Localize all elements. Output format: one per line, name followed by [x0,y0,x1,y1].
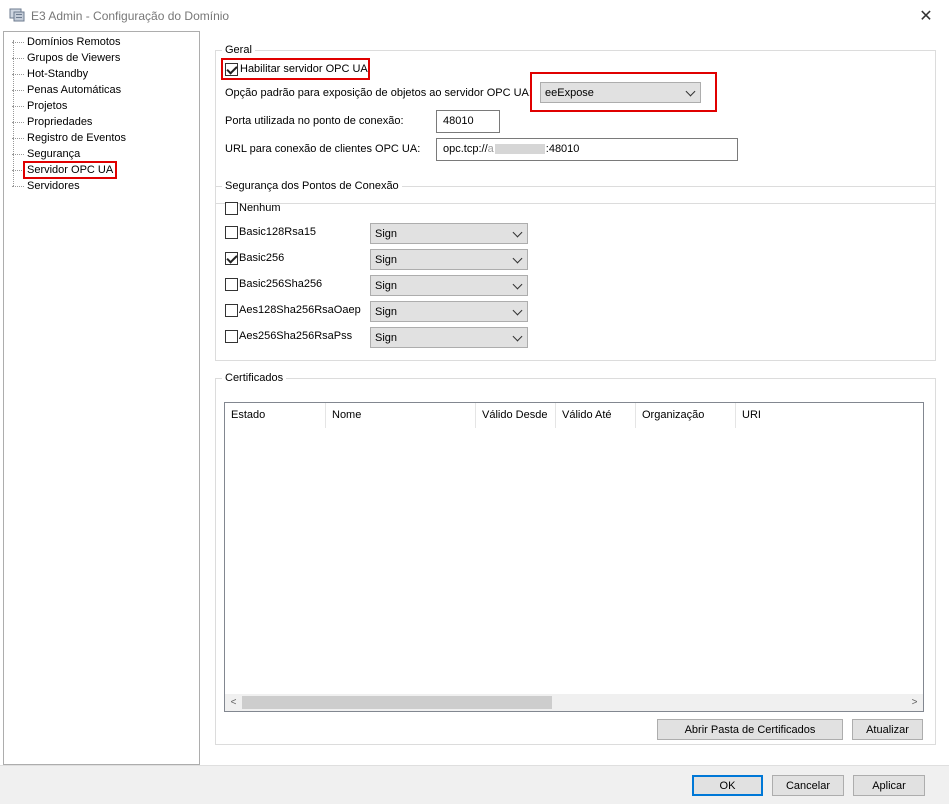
port-label: Porta utilizada no ponto de conexão: [225,115,404,127]
settings-pane: Geral Habilitar servidor OPC UA Opção pa… [204,31,946,765]
tree-item-label: Servidores [27,180,80,192]
tree-item-hot-standby[interactable]: Hot-Standby [12,66,89,82]
horizontal-scrollbar[interactable]: < > [225,694,923,711]
none-checkbox[interactable] [225,202,238,215]
port-value: 48010 [443,115,474,127]
tree-item-propriedades[interactable]: Propriedades [12,114,93,130]
column-header-nome[interactable]: Nome [326,403,476,428]
policy-checkbox-aes256sha256rsapss[interactable] [225,330,238,343]
dialog-footer: OK Cancelar Aplicar [0,765,949,804]
policy-mode-value: Sign [375,254,398,266]
exposure-label: Opção padrão para exposição de objetos a… [225,87,532,99]
ok-button[interactable]: OK [692,775,763,796]
tree-item-label: Hot-Standby [27,68,89,80]
certificates-list[interactable]: Estado Nome Válido Desde Válido Até Orga… [224,402,924,712]
chevron-down-icon [512,279,523,290]
url-label: URL para conexão de clientes OPC UA: [225,143,421,155]
enable-opcua-label: Habilitar servidor OPC UA [240,63,368,75]
column-header-valido-ate[interactable]: Válido Até [556,403,636,428]
policy-checkbox-basic256[interactable] [225,252,238,265]
policy-label: Basic256 [239,252,285,264]
url-prefix: opc.tcp:// [443,143,488,155]
window-title: E3 Admin - Configuração do Domínio [31,9,230,23]
chevron-down-icon [512,305,523,316]
policy-mode-select-basic128rsa15[interactable]: Sign [370,223,528,244]
tree-item-label: Domínios Remotos [27,36,121,48]
scroll-right-icon[interactable]: > [906,694,923,711]
cancel-button[interactable]: Cancelar [772,775,844,796]
apply-button[interactable]: Aplicar [853,775,925,796]
policy-mode-value: Sign [375,306,398,318]
chevron-down-icon [512,227,523,238]
column-header-estado[interactable]: Estado [225,403,326,428]
exposure-value: eeExpose [545,87,594,99]
policy-mode-value: Sign [375,332,398,344]
title-bar: E3 Admin - Configuração do Domínio ✕ [0,0,949,31]
tree-item-label: Grupos de Viewers [27,52,121,64]
policy-mode-select-aes128sha256rsaoaep[interactable]: Sign [370,301,528,322]
chevron-down-icon [512,331,523,342]
tree-item-label: Penas Automáticas [27,84,122,96]
certificados-legend: Certificados [222,372,287,384]
tree-item-projetos[interactable]: Projetos [12,98,68,114]
column-header-valido-desde[interactable]: Válido Desde [476,403,556,428]
policy-label: Aes128Sha256RsaOaep [239,304,361,316]
open-certificates-folder-button[interactable]: Abrir Pasta de Certificados [657,719,843,740]
tree-item-label: Registro de Eventos [27,132,127,144]
tree-item-penas-automaticas[interactable]: Penas Automáticas [12,82,122,98]
tree-item-servidor-opc-ua[interactable]: Servidor OPC UA [12,161,118,179]
certificados-group: Certificados Estado Nome Válido Desde Vá… [215,372,936,745]
policy-mode-value: Sign [375,280,398,292]
column-header-organizacao[interactable]: Organização [636,403,736,428]
chevron-down-icon [512,253,523,264]
tree-item-seguranca[interactable]: Segurança [12,146,81,162]
redacted-host [494,144,545,155]
enable-opcua-checkbox[interactable] [225,63,238,76]
policy-label: Basic256Sha256 [239,278,323,290]
url-suffix: :48010 [545,143,580,155]
scroll-left-icon[interactable]: < [225,694,242,711]
policy-label: Aes256Sha256RsaPss [239,330,353,342]
none-label: Nenhum [239,202,281,214]
tree-item-registro-de-eventos[interactable]: Registro de Eventos [12,130,127,146]
refresh-button[interactable]: Atualizar [852,719,923,740]
seguranca-legend: Segurança dos Pontos de Conexão [222,180,402,192]
navigation-tree: Domínios Remotos Grupos de Viewers Hot-S… [3,31,200,765]
policy-mode-select-basic256[interactable]: Sign [370,249,528,270]
url-host-partial: a [487,143,494,155]
policy-mode-select-basic256sha256[interactable]: Sign [370,275,528,296]
policy-mode-value: Sign [375,228,398,240]
tree-item-dominios-remotos[interactable]: Domínios Remotos [12,34,122,50]
column-header-uri[interactable]: URI [736,403,856,428]
tree-item-label: Propriedades [27,116,93,128]
policy-mode-select-aes256sha256rsapss[interactable]: Sign [370,327,528,348]
scroll-thumb[interactable] [242,696,552,709]
url-input[interactable]: opc.tcp://a :48010 [436,138,738,161]
port-input[interactable]: 48010 [436,110,500,133]
tree-item-label: Segurança [27,148,81,160]
policy-checkbox-basic128rsa15[interactable] [225,226,238,239]
app-icon [9,8,25,22]
exposure-select[interactable]: eeExpose [540,82,701,103]
geral-legend: Geral [222,44,255,56]
policy-label: Basic128Rsa15 [239,226,317,238]
tree-item-grupos-de-viewers[interactable]: Grupos de Viewers [12,50,121,66]
tree-item-label: Servidor OPC UA [22,161,118,179]
close-icon[interactable]: ✕ [903,0,949,31]
chevron-down-icon [685,86,696,97]
policy-checkbox-basic256sha256[interactable] [225,278,238,291]
tree-item-label: Projetos [27,100,68,112]
tree-item-servidores[interactable]: Servidores [12,178,81,194]
policy-checkbox-aes128sha256rsaoaep[interactable] [225,304,238,317]
seguranca-group: Segurança dos Pontos de Conexão Nenhum B… [215,180,936,361]
